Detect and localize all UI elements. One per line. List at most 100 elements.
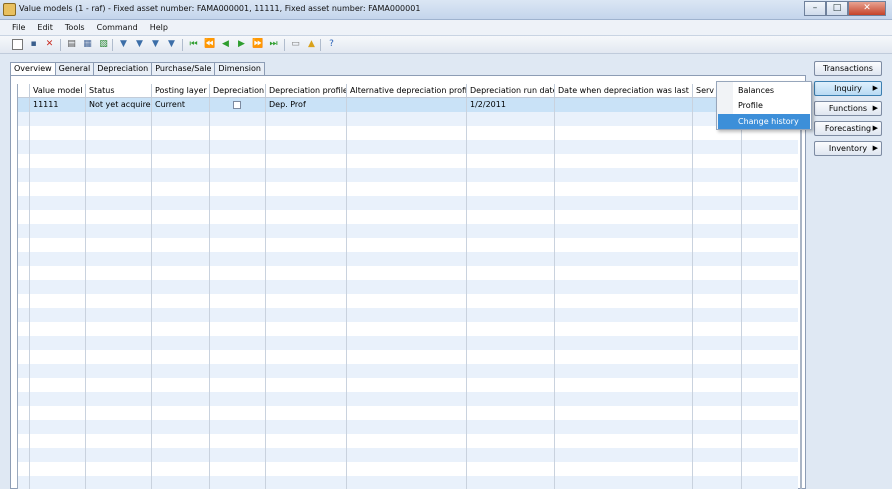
grid-cell[interactable] bbox=[467, 196, 555, 210]
column-header-depreciation[interactable]: Depreciation bbox=[210, 84, 266, 98]
grid-cell[interactable] bbox=[18, 140, 30, 154]
table-row-empty[interactable] bbox=[18, 140, 798, 154]
grid-cell[interactable] bbox=[742, 420, 798, 434]
grid-cell[interactable] bbox=[555, 126, 693, 140]
grid-cell[interactable] bbox=[86, 280, 152, 294]
next-record-icon[interactable]: ▶ bbox=[236, 39, 247, 50]
grid-cell[interactable] bbox=[18, 434, 30, 448]
grid-scrollbar[interactable] bbox=[800, 84, 802, 489]
grid-cell[interactable] bbox=[152, 140, 210, 154]
grid-cell[interactable] bbox=[555, 140, 693, 154]
grid-cell[interactable] bbox=[555, 224, 693, 238]
menu-command[interactable]: Command bbox=[91, 20, 144, 35]
functions-button[interactable]: Functions ▶ bbox=[814, 101, 882, 116]
grid-cell[interactable] bbox=[555, 196, 693, 210]
grid-cell[interactable] bbox=[152, 280, 210, 294]
grid-cell[interactable] bbox=[347, 126, 467, 140]
grid-cell[interactable] bbox=[18, 126, 30, 140]
table-row-empty[interactable] bbox=[18, 350, 798, 364]
grid-cell[interactable] bbox=[555, 112, 693, 126]
grid-cell[interactable] bbox=[30, 126, 86, 140]
grid-cell[interactable] bbox=[742, 350, 798, 364]
grid-cell[interactable] bbox=[555, 406, 693, 420]
grid-cell[interactable] bbox=[742, 322, 798, 336]
grid-cell[interactable] bbox=[210, 280, 266, 294]
grid-cell[interactable] bbox=[347, 392, 467, 406]
grid-cell[interactable] bbox=[152, 350, 210, 364]
cell-depreciation-run-date[interactable]: 1/2/2011 bbox=[467, 98, 555, 112]
table-row-empty[interactable] bbox=[18, 406, 798, 420]
grid-cell[interactable] bbox=[555, 378, 693, 392]
grid-cell[interactable] bbox=[742, 406, 798, 420]
tab-dimension[interactable]: Dimension bbox=[214, 62, 265, 76]
grid-cell[interactable] bbox=[266, 392, 347, 406]
grid-cell[interactable] bbox=[152, 252, 210, 266]
transactions-button[interactable]: Transactions bbox=[814, 61, 882, 76]
grid-cell[interactable] bbox=[152, 196, 210, 210]
grid-cell[interactable] bbox=[30, 280, 86, 294]
grid-cell[interactable] bbox=[210, 196, 266, 210]
grid-cell[interactable] bbox=[86, 210, 152, 224]
grid-cell[interactable] bbox=[152, 476, 210, 489]
grid-cell[interactable] bbox=[467, 182, 555, 196]
grid-cell[interactable] bbox=[18, 182, 30, 196]
grid-cell[interactable] bbox=[467, 448, 555, 462]
grid-cell[interactable] bbox=[210, 392, 266, 406]
table-row-empty[interactable] bbox=[18, 168, 798, 182]
column-header-alt-depreciation-profile[interactable]: Alternative depreciation profile bbox=[347, 84, 467, 98]
grid-cell[interactable] bbox=[18, 476, 30, 489]
grid-cell[interactable] bbox=[467, 406, 555, 420]
grid-cell[interactable] bbox=[210, 210, 266, 224]
grid-cell[interactable] bbox=[347, 154, 467, 168]
grid-cell[interactable] bbox=[693, 448, 742, 462]
grid-cell[interactable] bbox=[210, 476, 266, 489]
table-row-empty[interactable] bbox=[18, 434, 798, 448]
grid-cell[interactable] bbox=[210, 406, 266, 420]
table-row-empty[interactable] bbox=[18, 238, 798, 252]
table-row-empty[interactable] bbox=[18, 448, 798, 462]
grid-cell[interactable] bbox=[86, 224, 152, 238]
previous-record-icon[interactable]: ◀ bbox=[220, 39, 231, 50]
grid-cell[interactable] bbox=[742, 294, 798, 308]
table-row-empty[interactable] bbox=[18, 378, 798, 392]
grid-cell[interactable] bbox=[555, 252, 693, 266]
grid-cell[interactable] bbox=[693, 392, 742, 406]
grid-cell[interactable] bbox=[347, 266, 467, 280]
grid-cell[interactable] bbox=[742, 154, 798, 168]
grid-cell[interactable] bbox=[266, 448, 347, 462]
minimize-button[interactable]: – bbox=[804, 1, 826, 16]
table-row-empty[interactable] bbox=[18, 182, 798, 196]
grid-cell[interactable] bbox=[30, 462, 86, 476]
cell-value-model[interactable]: 11111 bbox=[30, 98, 86, 112]
grid-cell[interactable] bbox=[555, 266, 693, 280]
grid-cell[interactable] bbox=[266, 476, 347, 489]
menu-item-profile[interactable]: Profile bbox=[718, 98, 810, 113]
grid-cell[interactable] bbox=[347, 308, 467, 322]
grid-cell[interactable] bbox=[30, 406, 86, 420]
table-row-empty[interactable] bbox=[18, 308, 798, 322]
grid-cell[interactable] bbox=[742, 196, 798, 210]
grid-cell[interactable] bbox=[86, 434, 152, 448]
table-row-empty[interactable] bbox=[18, 210, 798, 224]
menu-tools[interactable]: Tools bbox=[59, 20, 91, 35]
grid-cell[interactable] bbox=[555, 322, 693, 336]
grid-cell[interactable] bbox=[742, 378, 798, 392]
grid-cell[interactable] bbox=[30, 112, 86, 126]
grid-cell[interactable] bbox=[18, 322, 30, 336]
grid-cell[interactable] bbox=[86, 350, 152, 364]
grid-cell[interactable] bbox=[266, 294, 347, 308]
menu-item-balances[interactable]: Balances bbox=[718, 83, 810, 98]
grid-cell[interactable] bbox=[18, 280, 30, 294]
grid-cell[interactable] bbox=[693, 280, 742, 294]
grid-cell[interactable] bbox=[347, 182, 467, 196]
grid-cell[interactable] bbox=[467, 238, 555, 252]
grid-cell[interactable] bbox=[266, 266, 347, 280]
grid-cell[interactable] bbox=[693, 476, 742, 489]
grid-cell[interactable] bbox=[86, 420, 152, 434]
grid-cell[interactable] bbox=[210, 112, 266, 126]
grid-cell[interactable] bbox=[18, 238, 30, 252]
grid-cell[interactable] bbox=[210, 378, 266, 392]
grid-cell[interactable] bbox=[18, 168, 30, 182]
delete-icon[interactable]: ✕ bbox=[44, 39, 55, 50]
grid-cell[interactable] bbox=[555, 420, 693, 434]
